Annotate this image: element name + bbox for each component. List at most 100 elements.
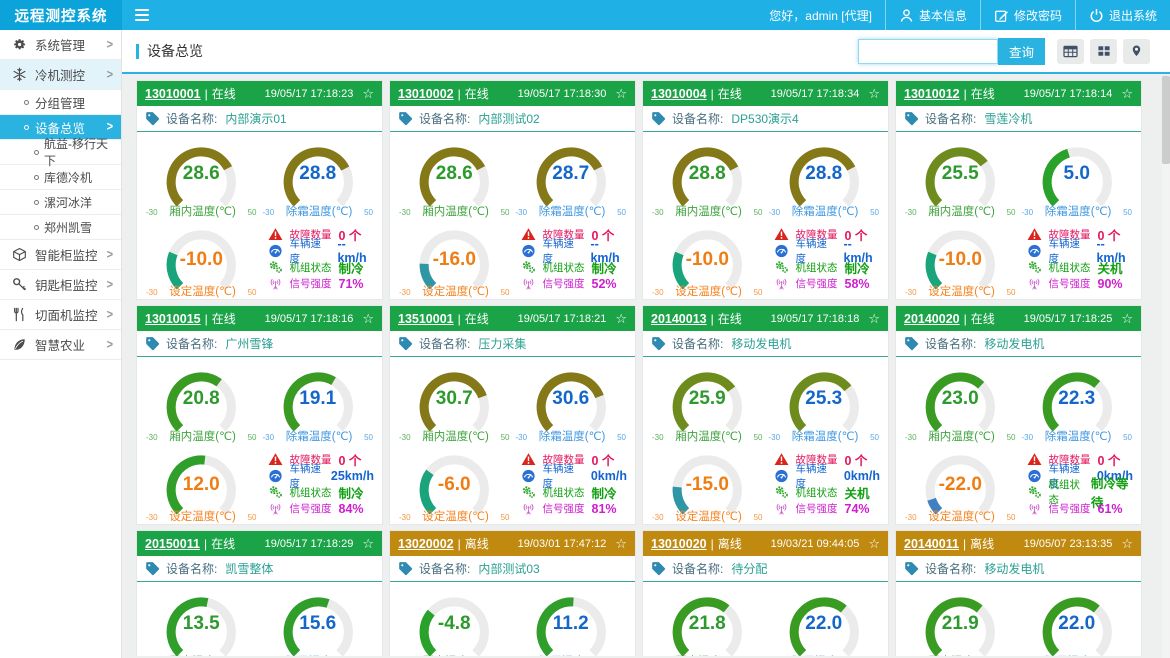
device-status-list: 故障数量 0 个 车辆速度 --km/h 机组状态 制冷 — [262, 220, 375, 300]
favorite-star-icon[interactable]: ☆ — [1121, 537, 1133, 550]
favorite-star-icon[interactable]: ☆ — [1121, 312, 1133, 325]
unit-state-value: 制冷 — [339, 258, 364, 277]
defrost-temp-value: 28.8 — [262, 163, 375, 185]
search-input[interactable] — [858, 39, 998, 64]
favorite-star-icon[interactable]: ☆ — [868, 312, 880, 325]
vehicle-speed-row: 车辆速度 0km/h — [774, 468, 881, 484]
bullet-icon — [34, 175, 39, 180]
signal-strength-row: 信号强度 58% — [774, 276, 881, 292]
sidebar-item-smart-cabinet[interactable]: 智能柜监控> — [0, 240, 121, 270]
scrollbar[interactable] — [1162, 76, 1170, 658]
change-password-label: 修改密码 — [1014, 7, 1062, 24]
device-name-row: 设备名称: 待分配 — [643, 556, 888, 582]
unit-state-value: 关机 — [1098, 258, 1123, 277]
map-view-icon[interactable] — [1123, 39, 1150, 64]
device-card: 13020002 | 离线 19/03/01 17:47:12 ☆ 设备名称: … — [389, 530, 636, 656]
device-id-link[interactable]: 20140011 — [904, 537, 959, 551]
signal-strength-value: 84% — [339, 502, 364, 516]
device-id-link[interactable]: 13020002 — [398, 537, 454, 551]
device-card-body: 30.7 -30厢内温度(℃)50 30.6 -30除霜温度(℃)50 -6.0… — [390, 357, 635, 525]
favorite-star-icon[interactable]: ☆ — [362, 537, 374, 550]
unit-state-value: 制冷 — [845, 258, 870, 277]
set-temp-label: 设定温度(℃) — [675, 508, 742, 524]
device-id-link[interactable]: 13010012 — [904, 87, 960, 101]
sidebar-item-label: 智能柜监控 — [35, 245, 98, 264]
chevron-right-icon: > — [107, 68, 113, 82]
device-id-link[interactable]: 20150011 — [145, 537, 200, 551]
change-password-button[interactable]: 修改密码 — [980, 0, 1075, 30]
device-id-link[interactable]: 13010001 — [145, 87, 201, 101]
sidebar-item-luohe[interactable]: 漯河冰洋 — [0, 190, 121, 215]
device-status: 离线 — [718, 535, 742, 552]
speedometer-icon — [774, 468, 790, 483]
device-id-link[interactable]: 20140020 — [904, 312, 960, 326]
set-temp-value: -10.0 — [904, 249, 1017, 271]
device-status: 在线 — [212, 85, 236, 102]
cabin-temp-value: 13.5 — [145, 613, 258, 635]
favorite-star-icon[interactable]: ☆ — [868, 537, 880, 550]
tag-icon — [145, 336, 160, 351]
sidebar-item-key-cabinet[interactable]: 钥匙柜监控> — [0, 270, 121, 300]
defrost-temp-gauge: 22.0 -30除霜温度(℃)50 — [768, 584, 881, 656]
device-status: 在线 — [211, 535, 235, 552]
profile-button-label: 基本信息 — [919, 7, 967, 24]
device-status: 在线 — [718, 310, 742, 327]
device-id-link[interactable]: 13510001 — [398, 312, 454, 326]
favorite-star-icon[interactable]: ☆ — [615, 312, 627, 325]
sidebar-item-label: 郑州凯雪 — [44, 219, 92, 236]
gear-icon — [12, 37, 27, 52]
scrollbar-thumb[interactable] — [1162, 76, 1170, 164]
device-status-separator: | — [205, 312, 208, 326]
favorite-star-icon[interactable]: ☆ — [362, 87, 374, 100]
sidebar-item-hangyi[interactable]: 航益-移行天下 — [0, 140, 121, 165]
device-name-value: 广州雪锋 — [225, 335, 273, 352]
fault-count-value: 0 个 — [845, 450, 868, 469]
table-view-icon[interactable] — [1057, 39, 1084, 64]
profile-button[interactable]: 基本信息 — [885, 0, 980, 30]
device-status: 离线 — [465, 535, 489, 552]
query-button[interactable]: 查询 — [998, 38, 1045, 65]
unit-state-row: 机组状态 制冷 — [774, 259, 881, 275]
logout-button[interactable]: 退出系统 — [1075, 0, 1170, 30]
sidebar-item-smart-agri[interactable]: 智慧农业> — [0, 330, 121, 360]
device-name-value: 内部测试03 — [478, 560, 539, 577]
menu-toggle-icon[interactable] — [135, 9, 149, 21]
signal-strength-row: 信号强度 84% — [268, 501, 375, 517]
signal-antenna-icon — [774, 276, 790, 291]
device-id-link[interactable]: 13010004 — [651, 87, 707, 101]
sidebar-item-label: 设备总览 — [35, 118, 85, 137]
device-name-label: 设备名称: — [166, 560, 217, 577]
device-id-link[interactable]: 13010015 — [145, 312, 201, 326]
device-card-header: 13010015 | 在线 19/05/17 17:18:16 ☆ — [137, 306, 382, 331]
sidebar-item-zhengzhou[interactable]: 郑州凯雪 — [0, 215, 121, 240]
device-name-value: 待分配 — [731, 560, 767, 577]
sidebar-item-cutter-monitor[interactable]: 切面机监控> — [0, 300, 121, 330]
device-id-link[interactable]: 20140013 — [651, 312, 707, 326]
favorite-star-icon[interactable]: ☆ — [1121, 87, 1133, 100]
device-timestamp: 19/05/17 17:18:30 — [518, 88, 607, 100]
device-status-list: 故障数量 0 个 车辆速度 --km/h 机组状态 制冷 — [768, 220, 881, 300]
vehicle-speed-row: 车辆速度 25km/h — [268, 468, 375, 484]
favorite-star-icon[interactable]: ☆ — [615, 537, 627, 550]
defrost-temp-gauge: 22.0 -30除霜温度(℃)50 — [1021, 584, 1134, 656]
device-id-link[interactable]: 13010002 — [398, 87, 454, 101]
device-card-header: 20140013 | 在线 19/05/17 17:18:18 ☆ — [643, 306, 888, 331]
device-id-link[interactable]: 13010020 — [651, 537, 707, 551]
favorite-star-icon[interactable]: ☆ — [868, 87, 880, 100]
view-toggle-group — [1057, 39, 1150, 64]
device-card-header: 20140020 | 在线 19/05/17 17:18:25 ☆ — [896, 306, 1141, 331]
unit-state-value: 制冷 — [592, 483, 617, 502]
power-icon — [1089, 8, 1104, 23]
device-card: 20140011 | 离线 19/05/07 23:13:35 ☆ 设备名称: … — [895, 530, 1142, 656]
gears-icon — [268, 260, 284, 275]
sidebar-item-system-mgmt[interactable]: 系统管理> — [0, 30, 121, 60]
sidebar-item-cooler-monitor[interactable]: 冷机测控> — [0, 60, 121, 90]
device-name-row: 设备名称: 凯雪整体 — [137, 556, 382, 582]
signal-strength-row: 信号强度 81% — [521, 501, 628, 517]
favorite-star-icon[interactable]: ☆ — [615, 87, 627, 100]
key-icon — [12, 277, 27, 292]
device-name-label: 设备名称: — [166, 335, 217, 352]
card-view-icon[interactable] — [1090, 39, 1117, 64]
sidebar-item-group-mgmt[interactable]: 分组管理 — [0, 90, 121, 115]
favorite-star-icon[interactable]: ☆ — [362, 312, 374, 325]
